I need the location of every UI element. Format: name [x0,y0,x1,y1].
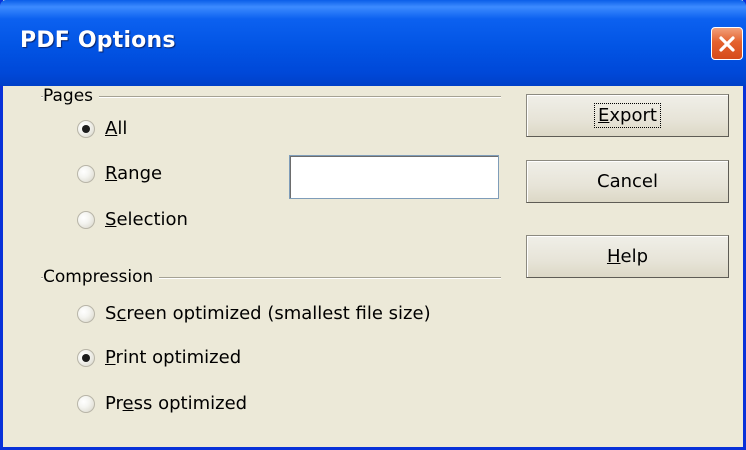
radio-all[interactable]: All [77,118,127,139]
pdf-options-dialog: PDF Options Pages All Range Selection Co… [0,0,746,450]
radio-screen-optimized-indicator[interactable] [77,304,95,323]
dialog-title: PDF Options [20,28,176,53]
radio-all-indicator[interactable] [77,119,95,138]
title-bar[interactable]: PDF Options [0,0,746,86]
radio-press-optimized[interactable]: Press optimized [77,393,247,414]
radio-screen-optimized-label: Screen optimized (smallest file size) [105,303,431,324]
radio-press-optimized-label: Press optimized [105,393,248,414]
cancel-button[interactable]: Cancel [526,160,729,203]
export-button[interactable]: Export [526,94,729,137]
radio-print-optimized-label: Print optimized [105,347,242,368]
radio-range[interactable]: Range [77,163,162,184]
radio-all-label: All [105,118,128,139]
export-button-label: Export [594,103,661,128]
help-button[interactable]: Help [526,235,729,278]
close-button[interactable] [711,27,743,60]
radio-selection-label: Selection [105,209,188,230]
help-button-label: Help [606,246,649,267]
radio-print-optimized-indicator[interactable] [77,348,95,367]
radio-screen-optimized[interactable]: Screen optimized (smallest file size) [77,303,431,324]
close-icon [719,35,735,52]
cancel-button-label: Cancel [597,171,658,192]
range-input[interactable] [289,155,499,199]
radio-range-indicator[interactable] [77,164,95,183]
radio-press-optimized-indicator[interactable] [77,394,95,413]
dialog-body: Pages All Range Selection Compression Sc… [3,86,743,447]
radio-range-label: Range [105,163,163,184]
radio-selection[interactable]: Selection [77,209,188,230]
compression-group-label: Compression [43,267,160,287]
radio-print-optimized[interactable]: Print optimized [77,347,241,368]
pages-group-divider [41,96,501,98]
pages-group-label: Pages [43,86,100,106]
radio-selection-indicator[interactable] [77,210,95,229]
